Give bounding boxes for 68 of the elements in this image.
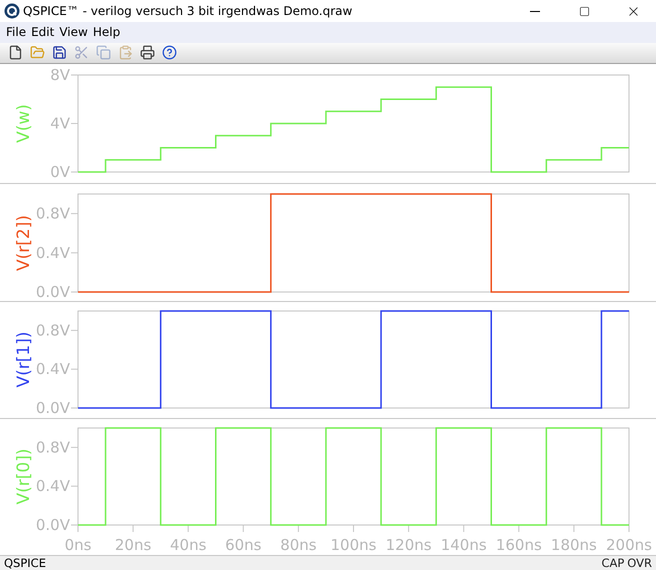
x-tick-label: 80ns <box>280 536 317 554</box>
toolbar-button[interactable] <box>160 44 178 62</box>
y-tick: 0.8V <box>36 438 78 456</box>
x-tick-label: 200ns <box>606 536 652 554</box>
axis-label: V(r[0]) <box>14 448 34 504</box>
y-tick: 0V <box>50 163 78 181</box>
x-tick-label: 60ns <box>225 536 262 554</box>
y-tick-label: 0.8V <box>36 204 71 223</box>
x-tick: 100ns <box>330 524 376 554</box>
menu-item[interactable]: View <box>57 25 91 40</box>
x-tick: 80ns <box>280 524 317 554</box>
x-tick: 200ns <box>606 524 652 554</box>
axis-label: V(r[2]) <box>14 215 34 271</box>
y-tick-label: 8V <box>50 66 71 84</box>
y-tick: 0.8V <box>36 321 78 340</box>
help-icon <box>162 45 176 60</box>
folder-icon <box>30 45 44 60</box>
x-tick: 120ns <box>386 524 432 554</box>
y-tick-label: 0.4V <box>36 477 71 496</box>
menu-item[interactable]: File <box>4 25 30 40</box>
printer-icon <box>140 45 154 60</box>
y-tick: 0.4V <box>36 244 78 262</box>
scissors-icon <box>74 45 88 60</box>
x-tick: 60ns <box>225 524 262 554</box>
y-tick-label: 0.8V <box>36 438 71 456</box>
y-tick-label: 0.0V <box>36 283 71 301</box>
copy-icon <box>96 45 110 60</box>
x-tick-label: 160ns <box>496 536 542 554</box>
menu-item[interactable]: Help <box>90 25 124 40</box>
x-tick-label: 120ns <box>386 536 432 554</box>
y-tick: 0.0V <box>36 399 78 417</box>
y-tick-label: 0.4V <box>36 360 71 378</box>
x-tick-label: 100ns <box>330 536 377 554</box>
maximize-icon <box>578 6 590 16</box>
y-tick: 8V <box>50 66 78 84</box>
y-tick-label: 4V <box>50 114 71 132</box>
toolbar-button[interactable] <box>138 44 156 62</box>
x-tick-label: 0ns <box>64 536 92 554</box>
axis-label: V(w) <box>14 104 34 143</box>
y-tick: 0.4V <box>36 360 78 378</box>
new-file-icon <box>8 45 22 60</box>
x-tick-label: 140ns <box>440 536 487 554</box>
x-tick: 20ns <box>114 524 152 554</box>
y-tick: 0.4V <box>36 477 78 496</box>
status-indicator: OVR <box>627 556 652 570</box>
menu-item[interactable]: Edit <box>29 25 58 40</box>
x-tick: 40ns <box>170 524 206 554</box>
y-tick-label: 0.8V <box>36 321 71 340</box>
x-tick: 160ns <box>496 524 542 554</box>
minimize-icon <box>530 10 540 12</box>
axis-label: V(r[1]) <box>14 332 34 388</box>
x-tick-label: 180ns <box>550 536 598 554</box>
y-tick: 0.0V <box>36 283 78 301</box>
app-logo <box>4 3 20 19</box>
status-indicator: CAP <box>601 556 624 570</box>
y-tick-label: 0.0V <box>36 399 71 417</box>
y-tick-label: 0.4V <box>36 244 71 262</box>
clipboard-icon <box>118 45 132 60</box>
y-tick-label: 0V <box>50 163 71 181</box>
x-tick-label: 20ns <box>114 536 152 554</box>
save-icon <box>52 45 66 60</box>
x-tick-label: 40ns <box>170 536 207 554</box>
x-tick: 180ns <box>550 524 597 554</box>
x-tick: 140ns <box>440 524 487 554</box>
y-tick: 4V <box>50 114 78 132</box>
window-title: QSPICE™ - verilog versuch 3 bit irgendwas Demo.qraw <box>23 4 354 18</box>
y-tick: 0.8V <box>36 204 78 223</box>
status-text: QSPICE <box>4 556 47 570</box>
